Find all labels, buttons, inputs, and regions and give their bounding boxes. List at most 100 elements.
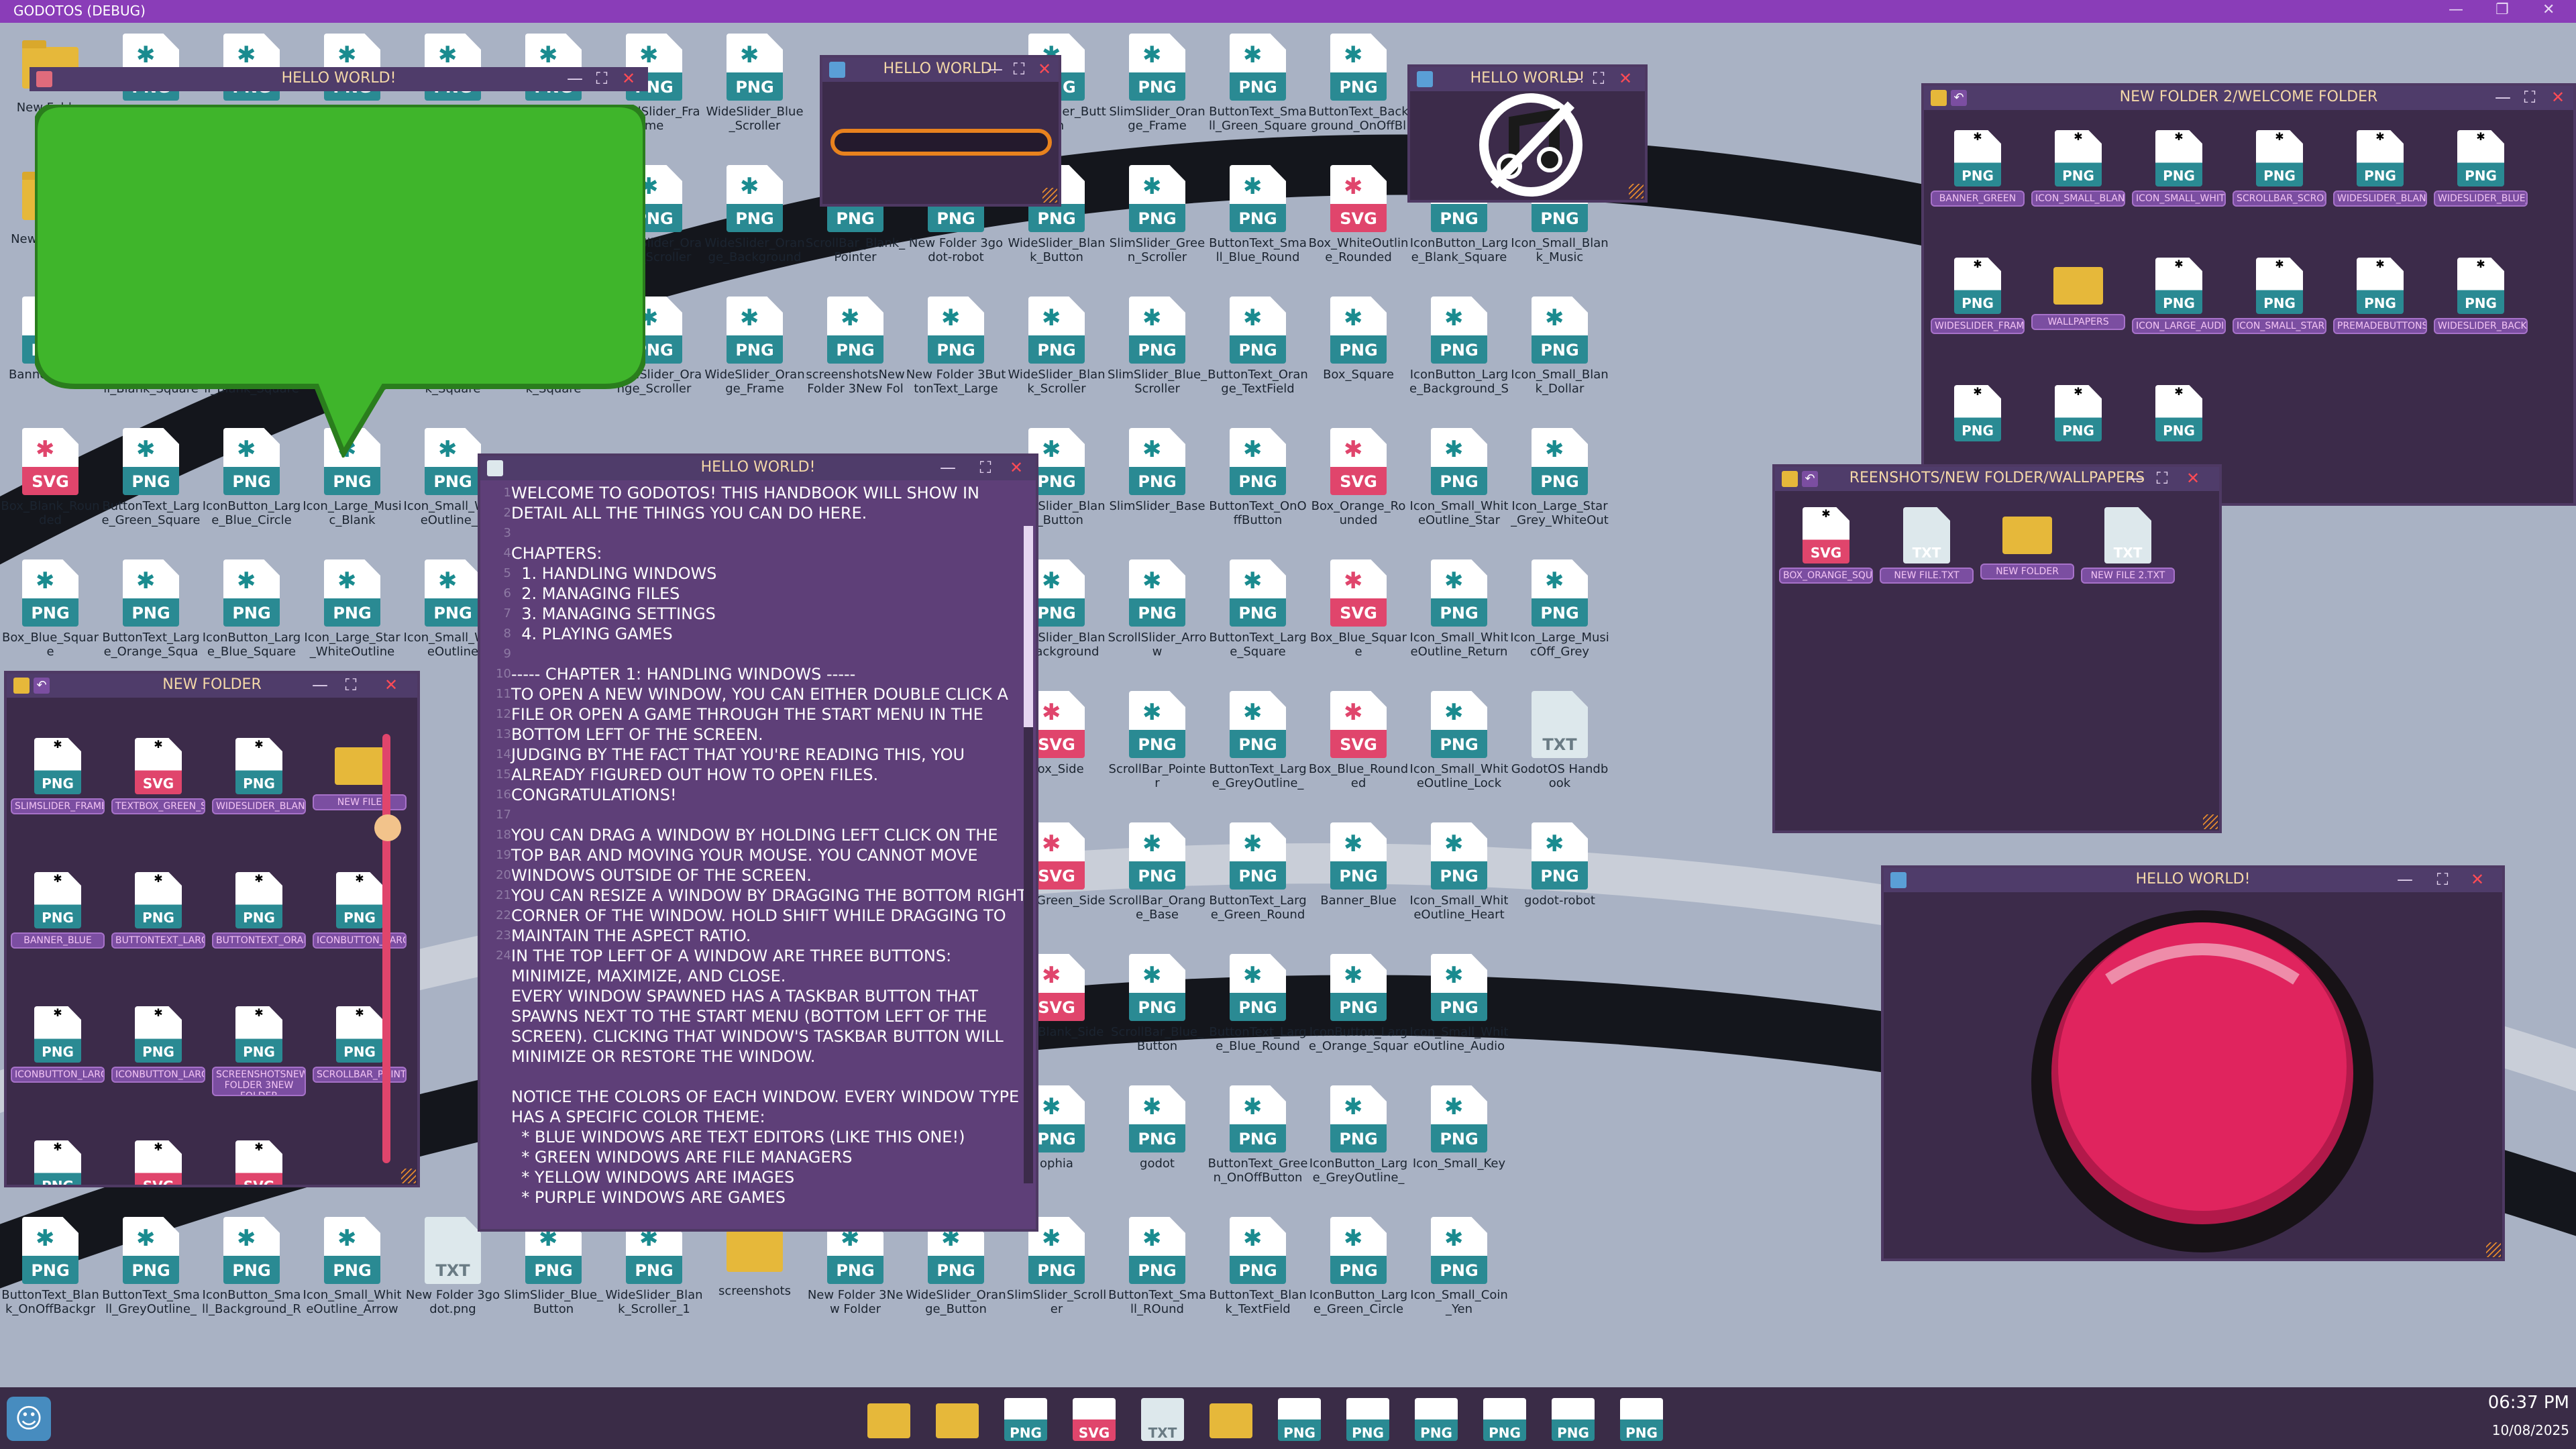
minimize-button[interactable]: — [2395,869,2415,890]
folder-item[interactable]: ✱ SVG TEXTBOX_GREEN_SIDE [111,738,205,814]
resize-handle[interactable] [1629,184,1644,199]
desktop-icon[interactable]: ✱ PNG IconButton_Large_GreyOutline_ [1308,1081,1409,1209]
maximize-button[interactable]: ⛶ [2152,468,2172,488]
window-titlebar[interactable]: ↶ NEW FOLDER — ⛶ ✕ [7,674,417,698]
folder-item[interactable]: ✱ PNG WIDESLIDER_BLUE_BACKGROUND [2434,130,2528,207]
big-red-button[interactable] [2025,906,2380,1254]
desktop-icon[interactable]: ✱ PNG ButtonText_Small_Green_Square [1208,30,1308,157]
maximize-button[interactable]: ⛶ [592,68,612,89]
desktop-icon[interactable]: TXT New Folder 3godot.png [402,1213,503,1340]
desktop-icon[interactable]: ✱ PNG Icon_Small_WhiteOutline_Return [1409,555,1509,683]
folder-item[interactable]: ✱ PNG BUTTONTEXT_LARGE_SQUARE [111,872,205,949]
close-button[interactable]: ✕ [1006,458,1026,478]
window-titlebar[interactable]: HELLO WORLD! — ⛶ ✕ [1884,868,2502,892]
folder-item[interactable]: ✱ PNG ICON_SMALL_BLANK_ARROW [2031,130,2125,207]
desktop-icon[interactable]: ✱ PNG New Folder 3New Folder [805,1213,906,1340]
desktop-icon[interactable]: ✱ PNG Icon_Small_WhiteOutline_Lock [1409,687,1509,814]
desktop-icon[interactable]: ✱ PNG Icon_Small_Key [1409,1081,1509,1209]
desktop-icon[interactable]: ✱ PNG Icon_Small_Blank_Dollar [1509,292,1610,420]
desktop-icon[interactable]: ✱ SVG Box_Blue_Square [1308,555,1409,683]
desktop-icon[interactable]: ✱ PNG ScrollSlider_Arrow [1107,555,1208,683]
folder-item[interactable]: ✱ PNG WIDESLIDER_FRAME [1931,258,2025,334]
resize-handle[interactable] [2203,814,2218,829]
desktop-icon[interactable]: ✱ PNG ButtonText_Large_Blue_Round [1208,950,1308,1077]
desktop-icon[interactable]: ✱ PNG ButtonText_Large_Green_Round [1208,818,1308,946]
desktop-icon[interactable]: ✱ PNG Icon_Small_WhiteOutline_Audio [1409,950,1509,1077]
window-titlebar[interactable]: ↶ NEW FOLDER 2/WELCOME FOLDER — ⛶ ✕ [1924,86,2573,110]
desktop-icon[interactable]: ✱ PNG SlimSlider_Orange_Frame [1107,30,1208,157]
folder-item[interactable]: ✱ PNG SLIMSLIDER_FRAME [11,738,105,814]
taskbar-window-button[interactable]: TXT [1136,1397,1189,1445]
desktop-icon[interactable]: ✱ SVG Box_Orange_Rounded [1308,424,1409,551]
desktop-icon[interactable]: ✱ PNG WideSlider_Orange_Frame [704,292,805,420]
taskbar-window-button[interactable]: PNG [1410,1397,1462,1445]
folder-item[interactable]: ✱ PNG [2132,385,2226,441]
desktop-icon[interactable]: ✱ PNG ScrollBar_Orange_Base [1107,818,1208,946]
desktop-icon[interactable]: ✱ PNG godot-robot [1509,818,1610,946]
desktop-icon[interactable]: ✱ PNG WideSlider_Blank_Scroller_1 [604,1213,704,1340]
taskbar-window-button[interactable] [931,1397,983,1445]
taskbar-window-button[interactable]: PNG [1273,1397,1326,1445]
folder-item[interactable]: ✱ PNG [1931,385,2025,441]
desktop-icon[interactable]: ✱ PNG Icon_Small_WhiteOutline_Heart [1409,818,1509,946]
window-titlebar[interactable]: HELLO WORLD! — ⛶ ✕ [1410,67,1645,91]
folder-item[interactable]: ✱ PNG BANNER_BLUE [11,872,105,949]
folder-item[interactable]: ✱ PNG SCROLLBAR_SCROLLER [2233,130,2326,207]
taskbar-window-button[interactable]: PNG [1615,1397,1668,1445]
taskbar-window-button[interactable]: PNG [1342,1397,1394,1445]
desktop-icon[interactable]: ✱ PNG Icon_Large_Star_Grey_WhiteOutli [1509,424,1610,551]
desktop-icon[interactable]: ✱ PNG ButtonText_Large_GreyOutline_ [1208,687,1308,814]
desktop-icon[interactable]: ✱ PNG WideSlider_Blue_Scroller [704,30,805,157]
desktop-icon[interactable]: ✱ PNG ButtonText_Small_ROund [1107,1213,1208,1340]
desktop-icon[interactable]: ✱ PNG Icon_Small_WhiteOutline_Arrow [302,1213,402,1340]
desktop-icon[interactable]: ✱ PNG godot [1107,1081,1208,1209]
close-button[interactable]: ✕ [381,675,401,695]
folder-item[interactable]: ✱ PNG SCROLLBAR_POINTER [313,1006,407,1083]
close-button[interactable]: ✕ [2467,869,2487,890]
minimize-button[interactable]: — [310,675,330,695]
desktop-icon[interactable]: ✱ PNG Icon_Small_Coin_Yen [1409,1213,1509,1340]
window-titlebar[interactable]: HELLO WORLD! — ⛶ ✕ [30,67,648,91]
desktop-icon[interactable]: ✱ PNG ButtonText_Green_OnOffButton [1208,1081,1308,1209]
os-close-button[interactable]: ✕ [2542,1,2555,18]
folder-item[interactable]: ✱ PNG WIDESLIDER_BLANK_BUTTON [2333,130,2427,207]
desktop-icon[interactable]: ✱ PNG WideSlider_Blank_Scroller [1006,292,1107,420]
desktop-icon[interactable]: ✱ PNG New Folder 3ButtonText_Large [906,292,1006,420]
desktop-icon[interactable]: ✱ PNG Box_Blue_Square [0,555,101,683]
close-button[interactable]: ✕ [619,68,639,89]
desktop-icon[interactable]: ✱ SVG Box_Blue_Rounded [1308,687,1409,814]
scrollbar-thumb[interactable] [1024,526,1033,727]
close-button[interactable]: ✕ [2183,468,2203,488]
window-titlebar[interactable]: ↶ REENSHOTS/NEW FOLDER/WALLPAPERS — ⛶ ✕ [1775,467,2219,491]
desktop-icon[interactable]: ✱ PNG ButtonText_OnOffButton [1208,424,1308,551]
desktop-icon[interactable]: ✱ PNG ButtonText_Orange_TextField [1208,292,1308,420]
window-titlebar[interactable]: HELLO WORLD! — ⛶ ✕ [822,58,1059,82]
maximize-button[interactable]: ⛶ [1589,68,1609,89]
taskbar-window-button[interactable] [863,1397,915,1445]
taskbar-window-button[interactable] [1205,1397,1257,1445]
minimize-button[interactable]: — [938,458,958,478]
music-off-icon[interactable] [1477,91,1585,199]
folder-item[interactable]: ✱ PNG WIDESLIDER_BLANK_BACKGROUND [212,738,306,814]
text-editor-content[interactable]: WELCOME TO GODOTOS! THIS HANDBOOK WILL S… [511,483,1034,1229]
folder-item[interactable]: ✱ SVG [111,1140,205,1185]
taskbar-window-button[interactable]: PNG [1000,1397,1052,1445]
folder-item[interactable]: ✱ PNG [11,1140,105,1185]
folder-item[interactable]: ✱ PNG BANNER_GREEN [1931,130,2025,207]
folder-item[interactable]: ✱ SVG BOX_ORANGE_SQUARE [1779,507,1873,584]
desktop-icon[interactable]: ✱ PNG SlimSlider_Green_Scroller [1107,161,1208,288]
resize-handle[interactable] [2486,1242,2501,1257]
desktop-icon[interactable]: ✱ PNG WideSlider_Orange_Background [704,161,805,288]
desktop-icon[interactable]: ✱ PNG ButtonText_Small_GreyOutline_ [101,1213,201,1340]
folder-item[interactable]: NEW FILE [313,738,407,810]
folder-item[interactable]: TXT NEW FILE 2.TXT [2081,507,2175,584]
desktop-icon[interactable]: ✱ PNG Box_Square [1308,292,1409,420]
desktop-icon[interactable]: ✱ PNG ButtonText_Background_OnOffBlue [1308,30,1409,157]
folder-item[interactable]: WALLPAPERS [2031,258,2125,330]
scrollbar-thumb[interactable] [374,814,401,841]
desktop-icon[interactable]: ✱ PNG SlimSlider_Base [1107,424,1208,551]
desktop-icon[interactable]: ✱ PNG Banner_Blue [1308,818,1409,946]
resize-handle[interactable] [1042,188,1057,203]
desktop-icon[interactable]: ✱ PNG ButtonText_Large_Square [1208,555,1308,683]
desktop-icon[interactable]: ✱ PNG ButtonText_Blank_TextField [1208,1213,1308,1340]
